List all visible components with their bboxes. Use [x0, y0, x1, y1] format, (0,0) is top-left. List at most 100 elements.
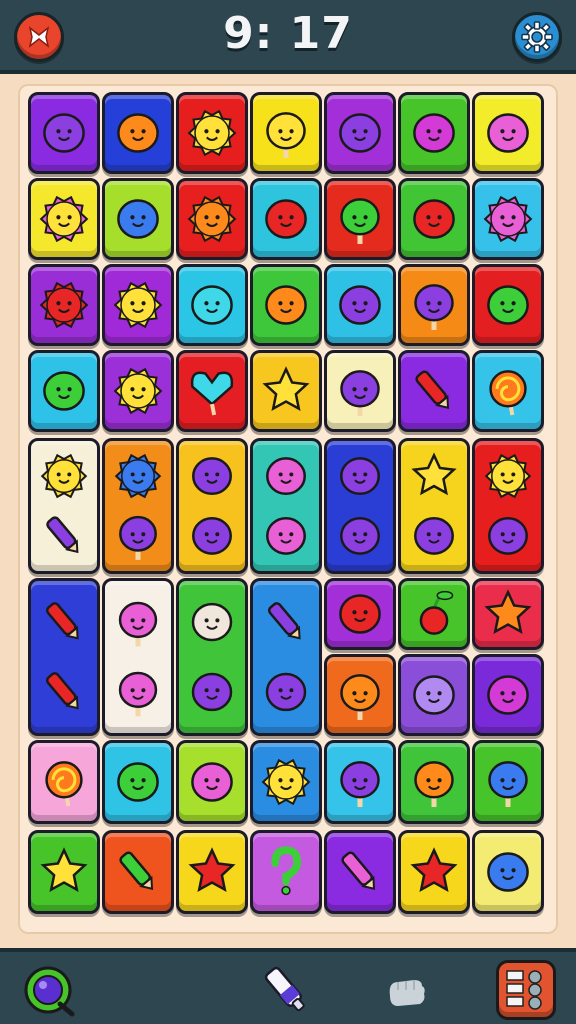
tile-r6-c5[interactable]: [398, 578, 470, 650]
tile-r9-c4[interactable]: [324, 830, 396, 914]
crayon-and-bubble-icon: [265, 602, 307, 712]
paint-tool-button[interactable]: [256, 960, 316, 1020]
tile-r6-c0[interactable]: [28, 578, 100, 736]
tile-r4-c1[interactable]: [102, 438, 174, 574]
orange-star-icon: [484, 589, 532, 635]
tile-r1-c0[interactable]: [28, 178, 100, 260]
red-horn-icon: [265, 199, 307, 239]
tile-r3-c5[interactable]: [398, 350, 470, 432]
tile-r6-c1[interactable]: [102, 578, 174, 736]
tile-r1-c6[interactable]: [472, 178, 544, 260]
tile-r0-c5[interactable]: [398, 92, 470, 174]
magenta-drop-face-icon: [487, 675, 529, 715]
gear-icon: [521, 21, 553, 53]
tile-r0-c0[interactable]: [28, 92, 100, 174]
tile-r8-c5[interactable]: [398, 740, 470, 824]
tile-r6-c6[interactable]: [472, 578, 544, 650]
lollipop-swirl-icon: [45, 761, 83, 807]
tile-r4-c0[interactable]: [28, 438, 100, 574]
monster-and-octopus-icon: [340, 457, 380, 555]
tile-r0-c1[interactable]: [102, 92, 174, 174]
tile-r9-c3[interactable]: [250, 830, 322, 914]
green-ghost-icon: [43, 371, 85, 411]
star-and-rock-icon: [411, 452, 457, 555]
hand-icon: [389, 980, 425, 1006]
tile-r2-c2[interactable]: [176, 264, 248, 346]
tile-r7-c4[interactable]: [324, 654, 396, 736]
tile-r3-c2[interactable]: [176, 350, 248, 432]
tile-r2-c5[interactable]: [398, 264, 470, 346]
tile-r9-c2[interactable]: [176, 830, 248, 914]
tile-r0-c6[interactable]: [472, 92, 544, 174]
tile-r1-c2[interactable]: [176, 178, 248, 260]
tile-r6-c2[interactable]: [176, 578, 248, 736]
tile-r3-c4[interactable]: [324, 350, 396, 432]
tile-r0-c3[interactable]: [250, 92, 322, 174]
lollipop-swirl-icon: [489, 370, 527, 416]
tile-r2-c1[interactable]: [102, 264, 174, 346]
blue-spiky-and-pop-icon: [114, 453, 162, 560]
tile-r8-c4[interactable]: [324, 740, 396, 824]
pink-crayon-icon: [341, 851, 376, 890]
red-diamond-star-icon: [410, 847, 458, 893]
tile-r4-c2[interactable]: [176, 438, 248, 574]
tile-r3-c0[interactable]: [28, 350, 100, 432]
tile-r4-c5[interactable]: [398, 438, 470, 574]
tile-r9-c6[interactable]: [472, 830, 544, 914]
top-bar: 9: 17: [0, 0, 576, 74]
tile-r1-c1[interactable]: [102, 178, 174, 260]
tile-r7-c6[interactable]: [472, 654, 544, 736]
pink-spiky-face-icon: [483, 195, 533, 243]
tile-r2-c0[interactable]: [28, 264, 100, 346]
orange-pop-icon: [414, 761, 454, 808]
blue-bean-face-icon: [487, 852, 529, 892]
red-crayon-icon: [415, 370, 450, 409]
purple-blob-monster-icon: [43, 113, 85, 153]
leaf-and-fish-icon: [192, 457, 232, 555]
cherry-icon: [419, 590, 454, 635]
tile-r0-c4[interactable]: [324, 92, 396, 174]
timer: 9: 17: [223, 8, 353, 59]
tile-r9-c5[interactable]: [398, 830, 470, 914]
tile-r4-c4[interactable]: [324, 438, 396, 574]
green-spiral-tree-icon: [340, 198, 380, 245]
tile-r4-c3[interactable]: [250, 438, 322, 574]
pink-striped-fish-icon: [191, 762, 233, 802]
tile-r3-c3[interactable]: [250, 350, 322, 432]
tile-r8-c0[interactable]: [28, 740, 100, 824]
tile-r8-c2[interactable]: [176, 740, 248, 824]
paint-tube-icon: [264, 966, 305, 1012]
tile-r9-c1[interactable]: [102, 830, 174, 914]
tile-r4-c6[interactable]: [472, 438, 544, 574]
hand-tool-button[interactable]: [376, 960, 436, 1020]
orange-balloon-icon: [340, 674, 380, 721]
tile-r3-c6[interactable]: [472, 350, 544, 432]
tile-r8-c1[interactable]: [102, 740, 174, 824]
tile-r8-c6[interactable]: [472, 740, 544, 824]
cyan-blob-icon: [191, 285, 233, 325]
yellow-balloon-cat-icon: [266, 112, 306, 159]
tile-r1-c3[interactable]: [250, 178, 322, 260]
tile-r6-c4[interactable]: [324, 578, 396, 650]
hint-button[interactable]: [20, 960, 80, 1020]
tile-r2-c3[interactable]: [250, 264, 322, 346]
settings-button[interactable]: [512, 12, 562, 62]
tile-r9-c0[interactable]: [28, 830, 100, 914]
tile-r1-c5[interactable]: [398, 178, 470, 260]
tile-r0-c2[interactable]: [176, 92, 248, 174]
blue-pop-face-icon: [488, 761, 528, 808]
purple-balloon-icon: [340, 370, 380, 417]
yellow-star-icon: [262, 366, 310, 412]
menu-button[interactable]: [496, 960, 556, 1020]
blue-ghost-icon: [117, 199, 159, 239]
purple-mushroom-icon: [414, 284, 454, 331]
tile-r3-c1[interactable]: [102, 350, 174, 432]
tile-r6-c3[interactable]: [250, 578, 322, 736]
yellow-sun-face-icon: [187, 109, 237, 157]
tile-r2-c4[interactable]: [324, 264, 396, 346]
tile-r7-c5[interactable]: [398, 654, 470, 736]
tile-r2-c6[interactable]: [472, 264, 544, 346]
tile-r1-c4[interactable]: [324, 178, 396, 260]
tile-r8-c3[interactable]: [250, 740, 322, 824]
bottom-toolbar: [0, 948, 576, 1024]
